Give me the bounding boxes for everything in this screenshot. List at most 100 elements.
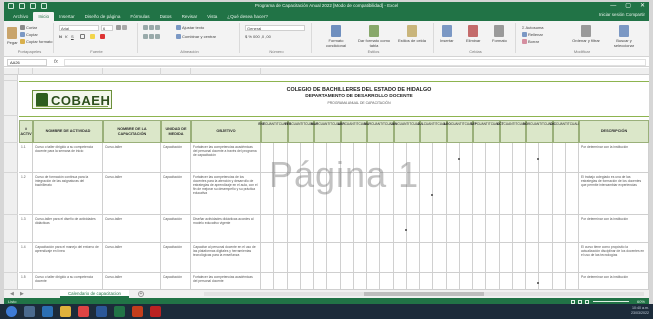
cell-month-value[interactable] xyxy=(539,215,553,242)
cell-month-value[interactable] xyxy=(526,273,540,289)
cell-month-value[interactable] xyxy=(526,215,540,242)
cell-month-value[interactable] xyxy=(460,243,473,272)
cell-month-value[interactable] xyxy=(513,215,526,242)
cell-month-value[interactable] xyxy=(354,215,367,242)
cell-month-value[interactable] xyxy=(553,173,566,214)
cell-month-value[interactable] xyxy=(301,243,314,272)
cell-month-value[interactable] xyxy=(513,243,526,272)
cell-training[interactable]: Curso-taller xyxy=(103,143,161,172)
cell-month-value[interactable] xyxy=(460,173,473,214)
row-number[interactable] xyxy=(4,268,18,273)
cell-month-value[interactable] xyxy=(288,243,301,272)
tab-insertar[interactable]: Insertar xyxy=(54,12,80,21)
cell-month-value[interactable] xyxy=(301,215,314,242)
cell-month-value[interactable] xyxy=(566,143,579,172)
worksheet-grid[interactable]: COBAEH COLEGIO DE BACHILLERES DEL ESTADO… xyxy=(19,75,649,289)
cell-month-value[interactable] xyxy=(341,273,354,289)
cell-month-value[interactable] xyxy=(433,143,447,172)
format-cells-button[interactable]: Formato xyxy=(492,25,507,43)
close-button[interactable]: ✕ xyxy=(640,2,645,11)
cell-unit[interactable]: Capacitación xyxy=(161,243,191,272)
next-sheet-icon[interactable]: ▶ xyxy=(20,291,24,297)
cell-month-value[interactable] xyxy=(288,215,301,242)
fill-color-button[interactable] xyxy=(90,34,95,39)
cell-month-value[interactable] xyxy=(288,273,301,289)
cell-month-value[interactable] xyxy=(314,273,328,289)
cell-activity[interactable]: Capacitación para el manejo del entorno … xyxy=(33,243,103,272)
cell-month-value[interactable] xyxy=(433,215,447,242)
font-name-select[interactable]: Arial xyxy=(59,25,99,31)
scroll-thumb[interactable] xyxy=(364,292,484,296)
cell-month-value[interactable] xyxy=(553,273,566,289)
cell-month-value[interactable] xyxy=(513,143,526,172)
chrome-icon[interactable] xyxy=(78,306,89,317)
align-middle-icon[interactable] xyxy=(149,25,154,30)
minimize-button[interactable]: — xyxy=(610,2,616,11)
cell-month-value[interactable] xyxy=(420,273,434,289)
font-size-select[interactable]: 6 xyxy=(101,25,113,31)
cell-month-value[interactable] xyxy=(486,173,500,214)
cell-month-value[interactable] xyxy=(327,215,341,242)
cell-month-value[interactable] xyxy=(433,173,447,214)
cell-month-value[interactable] xyxy=(566,173,579,214)
horizontal-scrollbar[interactable] xyxy=(204,292,644,296)
cell-training[interactable]: Curso-taller xyxy=(103,215,161,242)
cell-month-value[interactable] xyxy=(367,243,381,272)
cell-activity[interactable]: Curso de formación continua para la inte… xyxy=(33,173,103,214)
cell-description[interactable]: Por determinar con la institución xyxy=(579,273,649,289)
table-row[interactable]: 1.3 Curso-taller para el diseño de activi… xyxy=(19,215,649,243)
cell-training[interactable]: Curso-taller xyxy=(103,273,161,289)
cell-styles-button[interactable]: Estilos de celda xyxy=(394,25,430,43)
cell-description[interactable]: El curso tiene como propósito la actuali… xyxy=(579,243,649,272)
align-top-button[interactable] xyxy=(143,25,160,30)
powerpoint-icon[interactable] xyxy=(132,306,143,317)
cell-month-value[interactable] xyxy=(473,243,487,272)
cell-month-value[interactable] xyxy=(341,243,354,272)
cell-month-value[interactable] xyxy=(447,243,460,272)
tab-archivo[interactable]: Archivo xyxy=(8,12,33,21)
cell-month-value[interactable] xyxy=(566,273,579,289)
cell-month-value[interactable] xyxy=(500,143,513,172)
cell-month-value[interactable] xyxy=(447,215,460,242)
bold-button[interactable]: N xyxy=(59,34,62,39)
cell-month-value[interactable] xyxy=(261,243,275,272)
orientation-icon[interactable] xyxy=(155,25,160,30)
cell-month-value[interactable] xyxy=(500,173,513,214)
cell-num[interactable]: 1.4 xyxy=(19,243,33,272)
cell-description[interactable]: Por determinar con la institución xyxy=(579,143,649,172)
cell-month-value[interactable] xyxy=(327,273,341,289)
fill-button[interactable]: Rellenar xyxy=(522,32,543,37)
fx-icon[interactable]: fx xyxy=(54,59,58,65)
cell-unit[interactable]: Capacitación xyxy=(161,273,191,289)
cell-month-value[interactable] xyxy=(314,243,328,272)
cell-month-value[interactable] xyxy=(367,215,381,242)
cell-num[interactable]: 1.2 xyxy=(19,173,33,214)
cell-month-value[interactable] xyxy=(301,273,314,289)
currency-button[interactable]: $ % 000 ,0 ,00 xyxy=(245,34,271,39)
cell-month-value[interactable] xyxy=(261,273,275,289)
cell-month-value[interactable] xyxy=(539,143,553,172)
cell-month-value[interactable] xyxy=(460,273,473,289)
row-number[interactable] xyxy=(4,168,18,173)
cell-month-value[interactable] xyxy=(367,273,381,289)
cell-month-value[interactable] xyxy=(261,215,275,242)
underline-button[interactable]: S xyxy=(71,34,74,39)
cell-month-value[interactable] xyxy=(553,215,566,242)
cell-training[interactable]: Curso-taller xyxy=(103,243,161,272)
cell-month-value[interactable] xyxy=(327,243,341,272)
word-icon[interactable] xyxy=(96,306,107,317)
table-row[interactable]: 1.4 Capacitación para el manejo del entor… xyxy=(19,243,649,273)
tab-datos[interactable]: Datos xyxy=(155,12,177,21)
cell-month-value[interactable] xyxy=(486,273,500,289)
cell-unit[interactable]: Capacitación xyxy=(161,173,191,214)
cell-month-value[interactable] xyxy=(380,273,394,289)
cell-month-value[interactable] xyxy=(341,215,354,242)
cell-objective[interactable]: Fortalecer las competencias académicas d… xyxy=(191,143,261,172)
cell-month-value[interactable] xyxy=(513,273,526,289)
row-number[interactable] xyxy=(4,111,18,116)
cell-description[interactable]: El trabajo colegiado es una de las estra… xyxy=(579,173,649,214)
cell-objective[interactable]: Fortalecer las competencias académicas d… xyxy=(191,273,261,289)
cell-month-value[interactable] xyxy=(354,273,367,289)
cell-month-value[interactable] xyxy=(473,215,487,242)
format-as-table-button[interactable]: Dar formato como tabla xyxy=(356,25,392,48)
